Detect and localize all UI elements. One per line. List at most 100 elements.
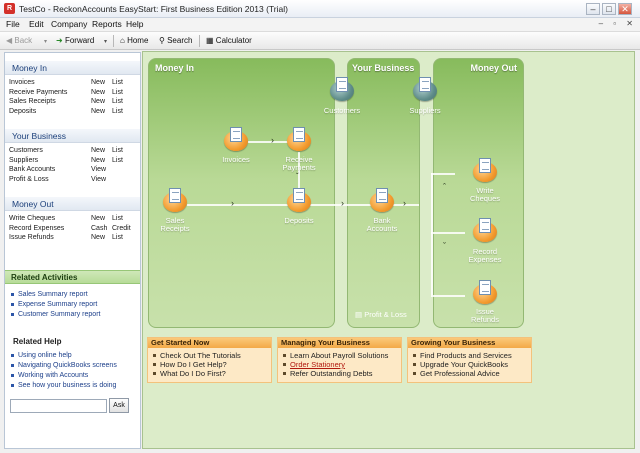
nav-action-new[interactable]: New <box>91 108 105 115</box>
nav-action-new[interactable]: New <box>91 157 105 164</box>
menu-reports[interactable]: Reports <box>92 19 122 29</box>
receive-payments-label[interactable]: Receive Payments <box>281 156 317 172</box>
forward-dropdown-icon[interactable]: ▾ <box>104 38 107 45</box>
nav-action-list[interactable]: List <box>112 79 123 86</box>
flow-line <box>431 173 455 175</box>
help-link[interactable]: Working with Accounts <box>11 372 88 379</box>
bullet-icon <box>153 363 156 366</box>
nav-action-list[interactable]: List <box>112 157 123 164</box>
sales-receipts-icon[interactable] <box>163 188 187 212</box>
back-arrow-icon: ◀ <box>6 36 13 45</box>
customers-label[interactable]: Customers <box>322 107 362 115</box>
close-button[interactable]: ✕ <box>618 3 632 15</box>
related-activity-link[interactable]: Sales Summary report <box>11 291 88 298</box>
write-cheques-icon[interactable] <box>473 158 497 182</box>
arrow-down-icon: ˇ <box>443 241 446 251</box>
menu-file[interactable]: File <box>6 19 20 29</box>
bank-accounts-icon[interactable] <box>370 188 394 212</box>
help-link[interactable]: Using online help <box>11 352 72 359</box>
get-started-link[interactable]: Check Out The Tutorials <box>148 351 271 360</box>
managing-link[interactable]: Refer Outstanding Debts <box>278 369 401 378</box>
workflow-area: Money In Your Business Money Out › › › ˇ… <box>142 51 635 449</box>
record-expenses-icon[interactable] <box>473 218 497 242</box>
deposits-icon[interactable] <box>287 188 311 212</box>
back-dropdown-icon[interactable]: ▾ <box>44 38 47 45</box>
related-activity-link[interactable]: Expense Summary report <box>11 301 97 308</box>
growing-link[interactable]: Get Professional Advice <box>408 369 531 378</box>
managing-link[interactable]: Order Stationery <box>278 360 401 369</box>
managing-link[interactable]: Learn About Payroll Solutions <box>278 351 401 360</box>
nav-action-new[interactable]: New <box>91 89 105 96</box>
write-cheques-label[interactable]: Write Cheques <box>467 187 503 203</box>
issue-refunds-label[interactable]: Issue Refunds <box>467 308 503 324</box>
receive-payments-icon[interactable] <box>287 127 311 151</box>
nav-action-list[interactable]: List <box>112 98 123 105</box>
nav-action-list[interactable]: List <box>112 234 123 241</box>
customers-icon[interactable] <box>330 77 354 101</box>
back-button[interactable]: ◀ Back <box>6 36 32 45</box>
suppliers-label[interactable]: Suppliers <box>405 107 445 115</box>
record-expenses-label[interactable]: Record Expenses <box>465 248 505 264</box>
nav-label[interactable]: Invoices <box>9 79 35 86</box>
forward-button[interactable]: ➜ Forward <box>56 36 94 45</box>
arrow-down-icon: ˇ <box>296 172 299 181</box>
invoices-icon[interactable] <box>224 127 248 151</box>
nav-action-list[interactable]: List <box>112 108 123 115</box>
nav-action-new[interactable]: New <box>91 234 105 241</box>
help-link[interactable]: Navigating QuickBooks screens <box>11 362 117 369</box>
issue-refunds-icon[interactable] <box>473 280 497 304</box>
nav-action-list[interactable]: List <box>112 215 123 222</box>
menu-edit[interactable]: Edit <box>29 19 44 29</box>
nav-action-new[interactable]: New <box>91 79 105 86</box>
nav-label[interactable]: Bank Accounts <box>9 166 55 173</box>
nav-action-new[interactable]: New <box>91 215 105 222</box>
profit-loss-link[interactable]: ▤ Profit & Loss <box>355 310 407 319</box>
window-title: TestCo - ReckonAccounts EasyStart: First… <box>19 4 288 14</box>
title-bar: R TestCo - ReckonAccounts EasyStart: Fir… <box>0 0 640 18</box>
nav-action-view[interactable]: View <box>91 176 106 183</box>
nav-label[interactable]: Profit & Loss <box>9 176 49 183</box>
nav-action-cash[interactable]: Cash <box>91 225 107 232</box>
nav-label[interactable]: Receive Payments <box>9 89 67 96</box>
nav-action-view[interactable]: View <box>91 166 106 173</box>
growing-link[interactable]: Find Products and Services <box>408 351 531 360</box>
get-started-link[interactable]: What Do I Do First? <box>148 369 271 378</box>
nav-label[interactable]: Record Expenses <box>9 225 64 232</box>
bullet-icon <box>153 354 156 357</box>
nav-action-new[interactable]: New <box>91 98 105 105</box>
maximize-button[interactable]: □ <box>602 3 616 15</box>
suppliers-icon[interactable] <box>413 77 437 101</box>
people-icon <box>336 77 348 92</box>
nav-label[interactable]: Sales Receipts <box>9 98 56 105</box>
nav-label[interactable]: Issue Refunds <box>9 234 54 241</box>
get-started-link[interactable]: How Do I Get Help? <box>148 360 271 369</box>
nav-action-credit[interactable]: Credit <box>112 225 131 232</box>
growing-link[interactable]: Upgrade Your QuickBooks <box>408 360 531 369</box>
nav-action-new[interactable]: New <box>91 147 105 154</box>
ask-button[interactable]: Ask <box>109 398 129 413</box>
nav-label[interactable]: Customers <box>9 147 43 154</box>
minimize-button[interactable]: – <box>586 3 600 15</box>
deposits-label[interactable]: Deposits <box>282 217 316 225</box>
menu-help[interactable]: Help <box>126 19 143 29</box>
home-button[interactable]: ⌂ Home <box>120 36 148 45</box>
document-icon <box>230 127 242 142</box>
calculator-button[interactable]: ▦ Calculator <box>206 36 252 45</box>
mdi-window-controls[interactable]: – ▫ ✕ <box>599 19 637 28</box>
help-link[interactable]: See how your business is doing <box>11 382 116 389</box>
panel-title-money-in: Money In <box>155 63 195 73</box>
bank-accounts-label[interactable]: Bank Accounts <box>364 217 400 233</box>
related-activity-link[interactable]: Customer Summary report <box>11 311 100 318</box>
bullet-icon <box>11 302 14 306</box>
sales-receipts-label[interactable]: Sales Receipts <box>157 217 193 233</box>
nav-label[interactable]: Deposits <box>9 108 36 115</box>
help-search-input[interactable] <box>10 399 107 413</box>
nav-action-list[interactable]: List <box>112 89 123 96</box>
menu-company[interactable]: Company <box>51 19 87 29</box>
nav-action-list[interactable]: List <box>112 147 123 154</box>
nav-label[interactable]: Write Cheques <box>9 215 55 222</box>
invoices-label[interactable]: Invoices <box>220 156 252 164</box>
search-button[interactable]: ⚲ Search <box>159 36 192 45</box>
nav-label[interactable]: Suppliers <box>9 157 38 164</box>
cheque-icon <box>479 158 491 173</box>
